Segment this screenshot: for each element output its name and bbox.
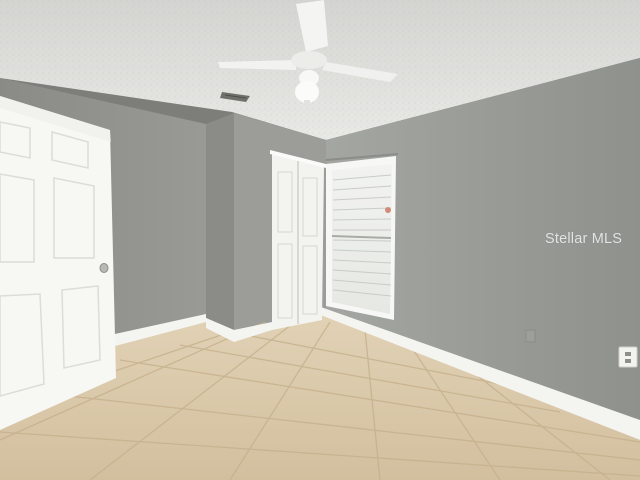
watermark-text: Stellar MLS bbox=[545, 231, 623, 247]
cable-plate bbox=[525, 329, 536, 343]
room-illustration bbox=[0, 0, 640, 480]
room-photo: Stellar MLS bbox=[0, 0, 640, 480]
wall-outlet bbox=[618, 346, 638, 368]
closet-door bbox=[270, 150, 326, 330]
room-door bbox=[0, 96, 116, 430]
recess-wall bbox=[206, 113, 234, 330]
window-blinds bbox=[325, 153, 399, 320]
